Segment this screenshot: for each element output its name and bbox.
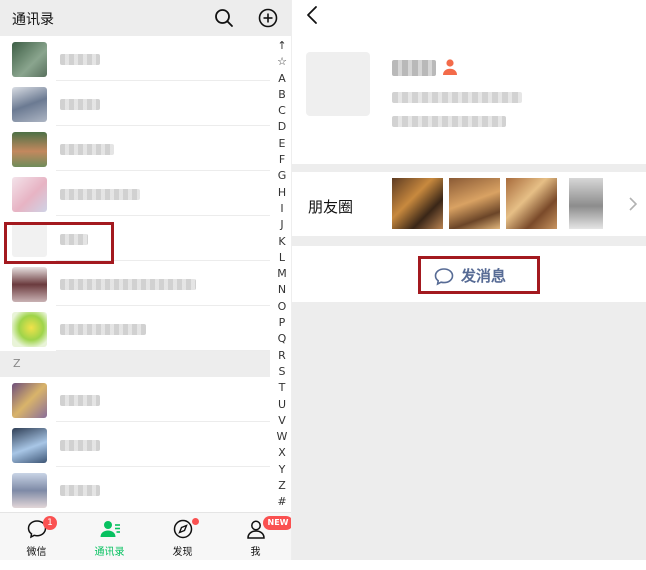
index-letter[interactable]: S: [272, 364, 291, 380]
contact-name-blurred: [60, 440, 100, 451]
avatar: [12, 473, 47, 508]
index-letter[interactable]: F: [272, 152, 291, 168]
contact-name-blurred: [60, 279, 196, 290]
contact-row[interactable]: [0, 467, 270, 512]
contact-name-blurred: [60, 99, 100, 110]
contact-name-blurred: [60, 144, 114, 155]
index-letter[interactable]: D: [272, 119, 291, 135]
contact-row[interactable]: [0, 261, 270, 306]
index-letter[interactable]: ☆: [272, 54, 291, 70]
unread-badge: 1: [43, 516, 57, 530]
index-letter[interactable]: V: [272, 413, 291, 429]
profile-avatar[interactable]: [306, 52, 370, 116]
index-letter[interactable]: N: [272, 282, 291, 298]
index-letter[interactable]: A: [272, 71, 291, 87]
send-message-row: 发消息: [292, 246, 646, 302]
avatar: [12, 383, 47, 418]
moments-row[interactable]: 朋友圈: [292, 172, 646, 236]
index-letter[interactable]: X: [272, 445, 291, 461]
avatar: [12, 87, 47, 122]
tab-bar: 1 微信 通讯录 发现 NEW 我: [0, 512, 291, 560]
contact-name-blurred: [60, 189, 140, 200]
tab-label: 我: [250, 547, 261, 558]
contact-name-blurred: [60, 54, 100, 65]
index-letter[interactable]: E: [272, 136, 291, 152]
profile-name-blurred: [392, 60, 436, 76]
search-icon[interactable]: [213, 7, 235, 29]
index-letter[interactable]: R: [272, 348, 291, 364]
profile-detail-blurred: [392, 92, 522, 103]
send-message-label: 发消息: [461, 267, 507, 285]
index-letter[interactable]: U: [272, 397, 291, 413]
moments-thumbnail: [569, 178, 603, 229]
gender-person-icon: [443, 59, 457, 75]
chevron-right-icon: [629, 197, 638, 211]
avatar: [12, 42, 47, 77]
contact-row[interactable]: [0, 81, 270, 126]
index-letter[interactable]: M: [272, 266, 291, 282]
index-letter[interactable]: J: [272, 217, 291, 233]
contact-name-blurred: [60, 395, 100, 406]
profile-panel: 朋友圈 发消息: [292, 0, 646, 560]
tab-chats[interactable]: 1 微信: [0, 513, 73, 560]
index-letter[interactable]: L: [272, 250, 291, 266]
contact-row[interactable]: [0, 306, 270, 351]
contact-name-blurred: [60, 485, 100, 496]
highlight-box: [4, 222, 114, 264]
back-arrow-icon[interactable]: [304, 4, 320, 26]
index-letter[interactable]: Y: [272, 462, 291, 478]
notification-dot: [192, 518, 199, 525]
avatar: [12, 428, 47, 463]
index-letter[interactable]: ↑: [272, 38, 291, 54]
send-message-button[interactable]: 发消息: [418, 256, 540, 294]
moments-thumbnail: [392, 178, 443, 229]
tab-label: 发现: [172, 547, 193, 558]
contact-row[interactable]: [0, 377, 270, 422]
chat-bubble-icon: [434, 268, 454, 286]
moments-thumbnail: [449, 178, 500, 229]
index-letter[interactable]: O: [272, 299, 291, 315]
index-letter[interactable]: P: [272, 315, 291, 331]
index-letter[interactable]: C: [272, 103, 291, 119]
tab-me[interactable]: NEW 我: [219, 513, 291, 560]
avatar: [12, 267, 47, 302]
tab-discover[interactable]: 发现: [146, 513, 219, 560]
profile-detail-blurred: [392, 116, 506, 127]
tab-label: 微信: [26, 547, 47, 558]
tab-label: 通讯录: [94, 547, 125, 558]
index-letter[interactable]: Z: [272, 478, 291, 494]
contacts-header: 通讯录: [0, 0, 291, 36]
index-letter[interactable]: T: [272, 380, 291, 396]
contact-row[interactable]: [0, 126, 270, 171]
contact-row[interactable]: [0, 422, 270, 467]
new-badge: NEW: [263, 516, 291, 530]
contact-row[interactable]: [0, 36, 270, 81]
tab-contacts[interactable]: 通讯录: [73, 513, 146, 560]
section-letter: Z: [13, 357, 21, 370]
contact-row[interactable]: [0, 171, 270, 216]
index-letter[interactable]: G: [272, 168, 291, 184]
contact-list: Z: [0, 36, 270, 512]
index-letter[interactable]: #: [272, 494, 291, 510]
contacts-panel: 通讯录 Z ↑ ☆ A B C D E F G H I J K L M N O …: [0, 0, 292, 560]
index-letter[interactable]: W: [272, 429, 291, 445]
moments-thumbnail: [506, 178, 557, 229]
avatar: [12, 132, 47, 167]
section-header-z: Z: [0, 351, 270, 377]
index-letter[interactable]: Q: [272, 331, 291, 347]
moments-label: 朋友圈: [308, 198, 354, 216]
avatar: [12, 312, 47, 347]
index-letter[interactable]: H: [272, 185, 291, 201]
index-letter[interactable]: I: [272, 201, 291, 217]
alphabet-index[interactable]: ↑ ☆ A B C D E F G H I J K L M N O P Q R S T U V W X Y Z #: [272, 38, 291, 511]
contacts-icon: [100, 521, 120, 537]
index-letter[interactable]: K: [272, 234, 291, 250]
page-title: 通讯录: [12, 12, 54, 28]
compass-icon: [173, 519, 193, 539]
contact-name-blurred: [60, 324, 146, 335]
avatar: [12, 177, 47, 212]
profile-header: [292, 0, 646, 164]
add-icon[interactable]: [257, 7, 279, 29]
index-letter[interactable]: B: [272, 87, 291, 103]
